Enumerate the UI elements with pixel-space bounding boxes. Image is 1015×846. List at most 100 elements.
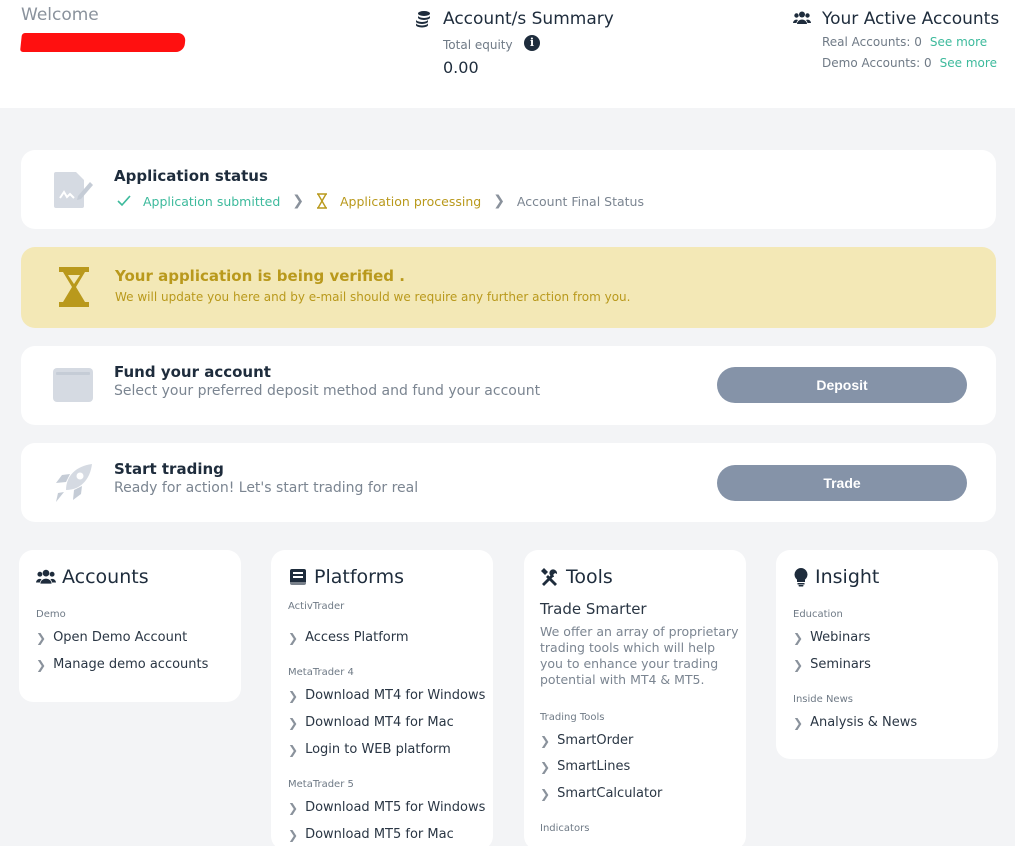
smartorder-link[interactable]: ❯ SmartOrder [540, 733, 633, 748]
chevron-right-icon: ❯ [540, 733, 551, 748]
download-mt4-mac-link[interactable]: ❯ Download MT4 for Mac [288, 715, 454, 730]
section-label: Indicators [540, 823, 590, 834]
link-label: SmartLines [557, 759, 631, 774]
chevron-right-icon: ❯ [292, 193, 304, 209]
verification-banner: Your application is being verified . We … [21, 247, 996, 328]
total-equity-value: 0.00 [443, 58, 479, 77]
insight-heading: Insight [793, 566, 879, 588]
webinars-link[interactable]: ❯ Webinars [793, 630, 870, 645]
chevron-right-icon: ❯ [493, 193, 505, 209]
smartlines-link[interactable]: ❯ SmartLines [540, 759, 630, 774]
platforms-title: Platforms [314, 566, 405, 588]
link-label: Download MT4 for Mac [305, 715, 454, 730]
tools-icon [541, 568, 558, 586]
section-label: Inside News [793, 694, 853, 705]
chevron-right-icon: ❯ [288, 742, 299, 757]
total-equity-label: Total equity [443, 38, 513, 52]
coins-icon [416, 11, 430, 28]
active-accounts-title: Your Active Accounts [822, 9, 1000, 29]
chevron-right-icon: ❯ [288, 715, 299, 730]
link-label: Download MT4 for Windows [305, 688, 486, 703]
real-accounts-row: Real Accounts: 0 See more [822, 35, 987, 49]
accounts-title: Accounts [62, 566, 149, 588]
step-processing: Application processing [316, 193, 481, 209]
link-label: SmartOrder [557, 733, 634, 748]
section-label: Education [793, 609, 843, 620]
platforms-box: Platforms ActivTrader ❯ Access Platform M… [271, 550, 493, 846]
chevron-right-icon: ❯ [540, 786, 551, 801]
rocket-icon [56, 464, 92, 502]
link-label: Login to WEB platform [305, 742, 451, 757]
step-submitted-label: Application submitted [143, 193, 281, 209]
real-see-more-link[interactable]: See more [930, 35, 987, 49]
fund-account-subtitle: Select your preferred deposit method and… [114, 383, 541, 399]
book-icon [290, 569, 306, 585]
application-status-card: Application status Application submitted… [21, 150, 996, 229]
chevron-right-icon: ❯ [540, 759, 551, 774]
download-mt5-mac-link[interactable]: ❯ Download MT5 for Mac [288, 827, 454, 842]
users-icon [793, 11, 811, 24]
demo-see-more-link[interactable]: See more [940, 56, 997, 70]
chevron-right-icon: ❯ [793, 630, 804, 645]
download-mt4-windows-link[interactable]: ❯ Download MT4 for Windows [288, 688, 485, 703]
section-label: ActivTrader [288, 601, 345, 612]
real-accounts-label: Real Accounts: 0 [822, 35, 922, 49]
step-submitted: Application submitted [117, 194, 280, 209]
step-processing-label: Application processing [340, 193, 482, 209]
start-trading-title: Start trading [114, 460, 224, 478]
chevron-right-icon: ❯ [288, 630, 299, 645]
lightbulb-icon [794, 568, 808, 587]
tools-description: We offer an array of proprietary trading… [540, 624, 739, 687]
step-final: Account Final Status [517, 194, 644, 209]
login-web-platform-link[interactable]: ❯ Login to WEB platform [288, 742, 451, 757]
fund-account-title: Fund your account [114, 363, 271, 381]
wallet-icon [53, 368, 93, 402]
step-final-label: Account Final Status [516, 193, 644, 209]
trade-button[interactable]: Trade [717, 465, 967, 501]
verification-title: Your application is being verified . [115, 267, 405, 285]
tools-title: Tools [566, 566, 613, 588]
users-icon [36, 569, 56, 584]
summary-title: Account/s Summary [443, 9, 614, 29]
section-label: MetaTrader 5 [288, 779, 354, 790]
link-label: Access Platform [305, 630, 409, 645]
application-steps: Application submitted ❯ Application proc… [117, 193, 644, 209]
analysis-news-link[interactable]: ❯ Analysis & News [793, 715, 917, 730]
start-trading-card: Start trading Ready for action! Let's st… [21, 443, 996, 522]
welcome-label: Welcome [21, 5, 99, 25]
seminars-link[interactable]: ❯ Seminars [793, 657, 871, 672]
link-label: Seminars [810, 657, 871, 672]
section-label: Demo [36, 609, 66, 620]
chevron-right-icon: ❯ [288, 688, 299, 703]
tools-heading: Tools [540, 566, 613, 588]
insight-box: Insight Education ❯ Webinars ❯ Seminars In… [776, 550, 998, 759]
tools-box: Tools Trade Smarter We offer an array of… [524, 550, 746, 846]
chevron-right-icon: ❯ [36, 657, 47, 672]
link-label: Webinars [810, 630, 871, 645]
chevron-right-icon: ❯ [793, 657, 804, 672]
link-label: SmartCalculator [557, 786, 663, 801]
fund-account-card: Fund your account Select your preferred … [21, 346, 996, 425]
hourglass-icon [317, 193, 327, 209]
chevron-right-icon: ❯ [288, 800, 299, 815]
chevron-right-icon: ❯ [793, 715, 804, 730]
info-icon[interactable]: i [524, 35, 540, 51]
hourglass-icon [59, 267, 89, 307]
accounts-box: Accounts Demo ❯ Open Demo Account ❯ Manage… [19, 550, 241, 702]
chevron-right-icon: ❯ [36, 630, 47, 645]
download-mt5-windows-link[interactable]: ❯ Download MT5 for Windows [288, 800, 485, 815]
manage-demo-accounts-link[interactable]: ❯ Manage demo accounts [36, 657, 208, 672]
signed-document-icon [54, 172, 93, 208]
link-label: Download MT5 for Mac [305, 827, 454, 842]
link-label: Open Demo Account [53, 630, 188, 645]
link-label: Manage demo accounts [53, 657, 209, 672]
smartcalculator-link[interactable]: ❯ SmartCalculator [540, 786, 662, 801]
link-label: Analysis & News [810, 715, 918, 730]
open-demo-account-link[interactable]: ❯ Open Demo Account [36, 630, 187, 645]
section-label: MetaTrader 4 [288, 667, 354, 678]
platforms-heading: Platforms [288, 566, 404, 588]
deposit-button[interactable]: Deposit [717, 367, 967, 403]
accounts-heading: Accounts [36, 566, 149, 588]
access-platform-link[interactable]: ❯ Access Platform [288, 630, 409, 645]
demo-accounts-label: Demo Accounts: 0 [822, 56, 932, 70]
